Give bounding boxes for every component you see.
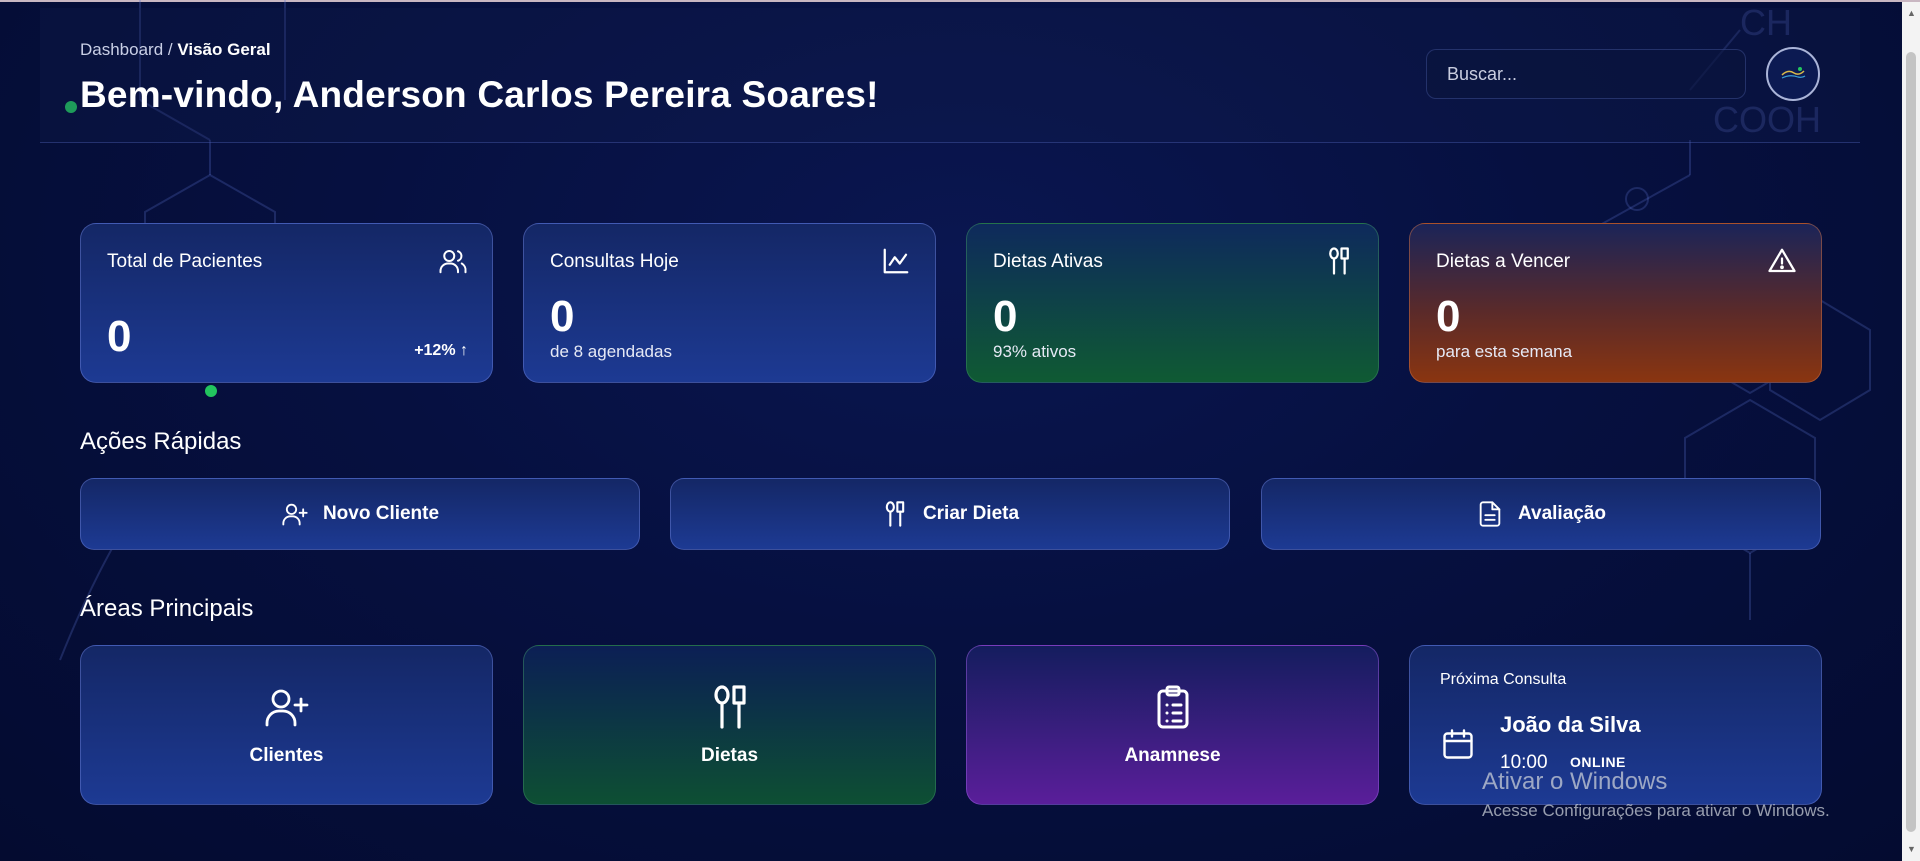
vertical-scrollbar[interactable]: ▲ ▼ xyxy=(1902,2,1920,861)
next-appointment-label: Próxima Consulta xyxy=(1440,671,1567,688)
stat-label: Dietas Ativas xyxy=(993,251,1103,272)
search-input[interactable] xyxy=(1426,49,1746,99)
utensils-icon xyxy=(713,685,746,729)
utensils-icon xyxy=(885,501,905,527)
area-card-clients[interactable]: Clientes xyxy=(80,645,493,805)
area-card-anamnesis[interactable]: Anamnese xyxy=(966,645,1379,805)
windows-activation-subtitle: Acesse Configurações para ativar o Windo… xyxy=(1482,801,1830,820)
create-diet-button-label: Criar Dieta xyxy=(922,503,1020,524)
stat-sub: para esta semana xyxy=(1436,342,1573,361)
new-client-button[interactable]: Novo Cliente xyxy=(80,478,640,550)
calendar-icon xyxy=(1443,729,1473,759)
breadcrumb-current: Visão Geral xyxy=(177,40,271,59)
stat-trend: +12% ↑ xyxy=(414,342,468,359)
breadcrumb-separator: / xyxy=(163,40,178,59)
stat-value: 0 xyxy=(1436,292,1461,341)
stat-value: 0 xyxy=(550,292,575,341)
stat-sub: de 8 agendadas xyxy=(550,342,672,361)
area-card-label: Dietas xyxy=(700,745,759,766)
evaluation-button-label: Avaliação xyxy=(1517,503,1606,524)
patient-name: João da Silva xyxy=(1500,712,1641,737)
stat-value: 0 xyxy=(107,312,132,361)
area-card-diets[interactable]: Dietas xyxy=(523,645,936,805)
warning-icon xyxy=(1768,248,1796,273)
stat-card-appointments-today: Consultas Hoje 0 de 8 agendadas xyxy=(523,223,936,383)
users-icon xyxy=(439,250,467,274)
windows-activation-title: Ativar o Windows xyxy=(1482,768,1668,795)
create-diet-button[interactable]: Criar Dieta xyxy=(670,478,1230,550)
chart-line-icon xyxy=(883,248,909,274)
section-title-quick-actions: Ações Rápidas xyxy=(80,428,242,455)
scroll-down-arrow-icon[interactable]: ▼ xyxy=(1907,844,1916,854)
section-title-main-areas: Áreas Principais xyxy=(80,595,254,622)
new-client-button-label: Novo Cliente xyxy=(322,503,440,524)
stat-label: Consultas Hoje xyxy=(550,251,679,272)
stat-card-total-patients: Total de Pacientes 0 +12% ↑ xyxy=(80,223,493,383)
stat-value: 0 xyxy=(993,292,1018,341)
user-plus-icon xyxy=(265,689,308,727)
stat-label: Total de Pacientes xyxy=(107,251,263,272)
area-card-label: Clientes xyxy=(249,745,324,766)
avatar[interactable] xyxy=(1766,47,1820,101)
clipboard-list-icon xyxy=(1157,685,1188,729)
breadcrumb: Dashboard / Visão Geral xyxy=(80,40,271,60)
logo-icon xyxy=(1781,67,1806,79)
scroll-up-arrow-icon[interactable]: ▲ xyxy=(1907,8,1916,18)
area-card-label: Anamnese xyxy=(1124,745,1221,766)
decorative-dot xyxy=(205,385,217,397)
file-text-icon xyxy=(1479,501,1501,527)
stat-card-expiring-diets: Dietas a Vencer 0 para esta semana xyxy=(1409,223,1822,383)
evaluation-button[interactable]: Avaliação xyxy=(1261,478,1821,550)
stat-label: Dietas a Vencer xyxy=(1436,251,1571,272)
utensils-icon xyxy=(1329,247,1349,275)
stat-sub: 93% ativos xyxy=(993,342,1077,361)
window-top-border xyxy=(0,0,1920,2)
user-plus-icon xyxy=(282,503,308,526)
scrollbar-thumb[interactable] xyxy=(1906,52,1916,832)
stat-card-active-diets: Dietas Ativas 0 93% ativos xyxy=(966,223,1379,383)
breadcrumb-root[interactable]: Dashboard xyxy=(80,40,163,59)
page-title: Bem-vindo, Anderson Carlos Pereira Soare… xyxy=(80,74,879,115)
